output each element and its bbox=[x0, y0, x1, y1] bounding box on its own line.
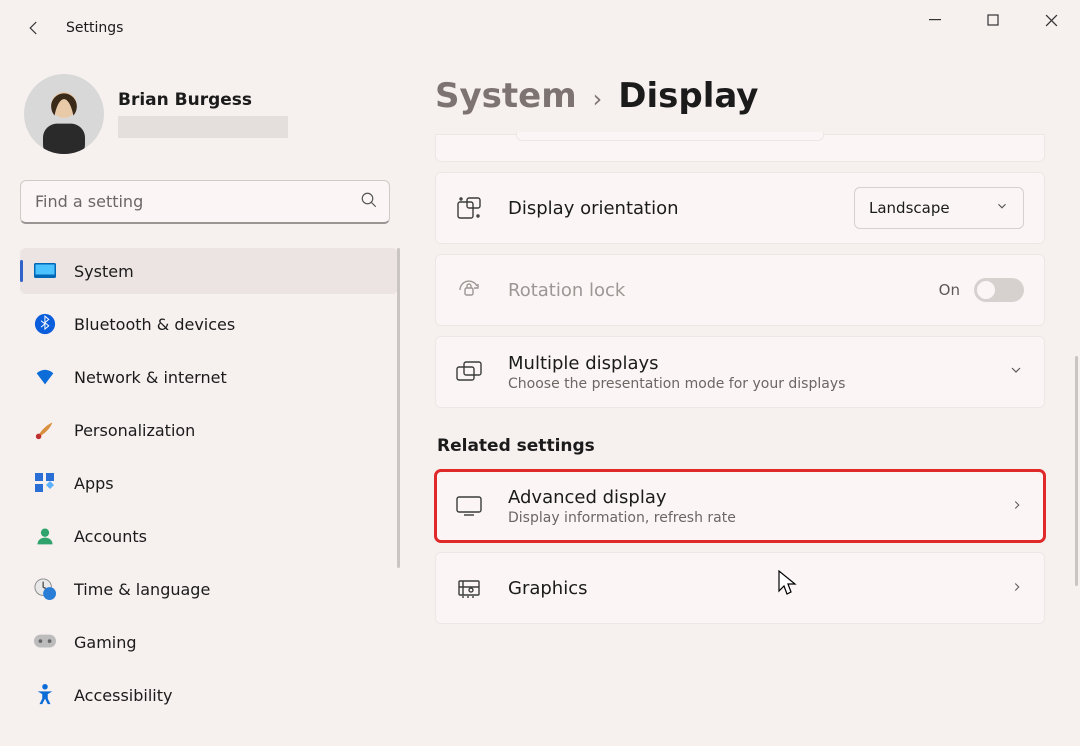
orientation-select[interactable]: Landscape bbox=[854, 187, 1024, 229]
sidebar-item-label: System bbox=[74, 262, 134, 281]
rotation-lock-icon bbox=[456, 277, 482, 303]
sidebar-item-accounts[interactable]: Accounts bbox=[20, 513, 398, 559]
card-multiple-displays[interactable]: Multiple displays Choose the presentatio… bbox=[435, 336, 1045, 408]
system-icon bbox=[34, 260, 56, 282]
clock-globe-icon bbox=[34, 578, 56, 600]
search-icon bbox=[360, 191, 378, 213]
sidebar-item-bluetooth[interactable]: Bluetooth & devices bbox=[20, 301, 398, 347]
sidebar-item-personalization[interactable]: Personalization bbox=[20, 407, 398, 453]
sidebar-item-label: Personalization bbox=[74, 421, 195, 440]
window-controls bbox=[906, 0, 1080, 40]
settings-window: Settings Brian Burgess bbox=[0, 0, 1080, 746]
breadcrumb-parent[interactable]: System bbox=[435, 76, 577, 116]
accessibility-icon bbox=[34, 684, 56, 706]
card-graphics[interactable]: Graphics bbox=[435, 552, 1045, 624]
card-cropped bbox=[435, 134, 1045, 162]
title-bar: Settings bbox=[0, 0, 1080, 56]
card-subtitle: Choose the presentation mode for your di… bbox=[508, 376, 1008, 392]
chevron-right-icon bbox=[1010, 579, 1024, 598]
sidebar-item-network[interactable]: Network & internet bbox=[20, 354, 398, 400]
display-icon bbox=[456, 493, 482, 519]
chevron-down-icon bbox=[995, 199, 1009, 217]
sidebar-item-label: Time & language bbox=[74, 580, 210, 599]
minimize-button[interactable] bbox=[906, 0, 964, 40]
gamepad-icon bbox=[34, 631, 56, 653]
card-title: Rotation lock bbox=[508, 280, 939, 301]
select-value: Landscape bbox=[869, 199, 950, 217]
maximize-button[interactable] bbox=[964, 0, 1022, 40]
toggle-state-label: On bbox=[939, 281, 960, 299]
graphics-icon bbox=[456, 575, 482, 601]
user-name: Brian Burgess bbox=[118, 90, 288, 110]
wifi-icon bbox=[34, 366, 56, 388]
sidebar-item-label: Bluetooth & devices bbox=[74, 315, 235, 334]
sidebar-item-system[interactable]: System bbox=[20, 248, 398, 294]
breadcrumb-current: Display bbox=[618, 76, 758, 116]
card-display-orientation[interactable]: Display orientation Landscape bbox=[435, 172, 1045, 244]
sidebar-item-label: Accessibility bbox=[74, 686, 172, 705]
chevron-right-icon bbox=[1010, 497, 1024, 516]
sidebar-item-label: Network & internet bbox=[74, 368, 227, 387]
sidebar-item-label: Gaming bbox=[74, 633, 137, 652]
sidebar-item-apps[interactable]: Apps bbox=[20, 460, 398, 506]
user-block[interactable]: Brian Burgess bbox=[20, 74, 390, 154]
chevron-down-icon[interactable] bbox=[1008, 362, 1024, 382]
paintbrush-icon bbox=[34, 419, 56, 441]
card-title: Advanced display bbox=[508, 487, 1010, 508]
apps-icon bbox=[34, 472, 56, 494]
avatar bbox=[24, 74, 104, 154]
search-input[interactable] bbox=[20, 180, 390, 224]
breadcrumb: System › Display bbox=[435, 76, 1045, 116]
sidebar-item-accessibility[interactable]: Accessibility bbox=[20, 672, 398, 718]
card-subtitle: Display information, refresh rate bbox=[508, 510, 1010, 526]
back-button[interactable] bbox=[20, 14, 48, 42]
card-advanced-display[interactable]: Advanced display Display information, re… bbox=[435, 470, 1045, 542]
multiple-displays-icon bbox=[456, 359, 482, 385]
card-title: Graphics bbox=[508, 578, 1010, 599]
rotation-lock-toggle bbox=[974, 278, 1024, 302]
bluetooth-icon bbox=[34, 313, 56, 335]
chevron-right-icon: › bbox=[593, 85, 603, 113]
sidebar-nav: System Bluetooth & devices Network & int… bbox=[20, 248, 398, 718]
content: System › Display Display orientation Lan… bbox=[400, 56, 1080, 746]
sidebar-item-label: Accounts bbox=[74, 527, 147, 546]
card-rotation-lock: Rotation lock On bbox=[435, 254, 1045, 326]
close-button[interactable] bbox=[1022, 0, 1080, 40]
sidebar-item-time-language[interactable]: Time & language bbox=[20, 566, 398, 612]
sidebar-item-gaming[interactable]: Gaming bbox=[20, 619, 398, 665]
card-title: Display orientation bbox=[508, 198, 854, 219]
user-email-redacted bbox=[118, 116, 288, 138]
window-title: Settings bbox=[66, 20, 123, 36]
person-icon bbox=[34, 525, 56, 547]
sidebar: Brian Burgess System bbox=[0, 56, 400, 746]
section-heading-related: Related settings bbox=[437, 436, 1045, 456]
card-title: Multiple displays bbox=[508, 353, 1008, 374]
content-scrollbar[interactable] bbox=[1075, 356, 1078, 586]
sidebar-item-label: Apps bbox=[74, 474, 114, 493]
orientation-icon bbox=[456, 195, 482, 221]
